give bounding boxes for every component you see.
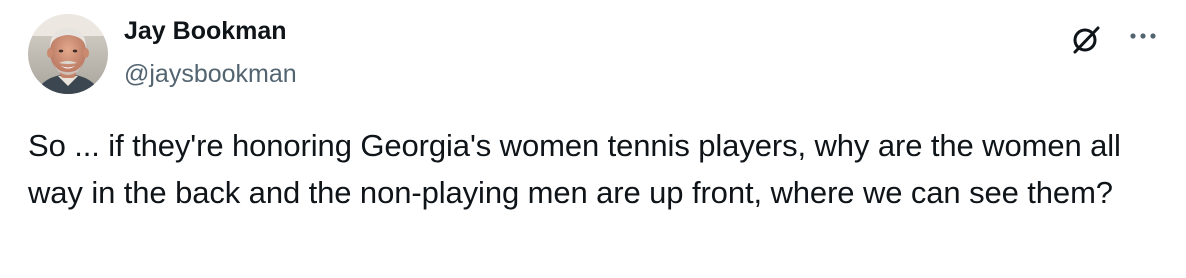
tweet-card: Jay Bookman @jaysbookman So ... if they'… xyxy=(0,0,1186,278)
tweet-header: Jay Bookman @jaysbookman xyxy=(124,14,297,91)
grok-icon[interactable] xyxy=(1068,20,1106,58)
more-dots-glyph xyxy=(1130,33,1156,39)
avatar[interactable] xyxy=(28,14,108,94)
author-handle[interactable]: @jaysbookman xyxy=(124,57,297,91)
tweet-text: So ... if they're honoring Georgia's wom… xyxy=(28,128,1121,210)
profile-photo-icon xyxy=(28,14,108,94)
more-horizontal-icon[interactable] xyxy=(1126,24,1160,48)
grok-icon-glyph xyxy=(1073,26,1100,54)
author-display-name[interactable]: Jay Bookman xyxy=(124,14,297,48)
